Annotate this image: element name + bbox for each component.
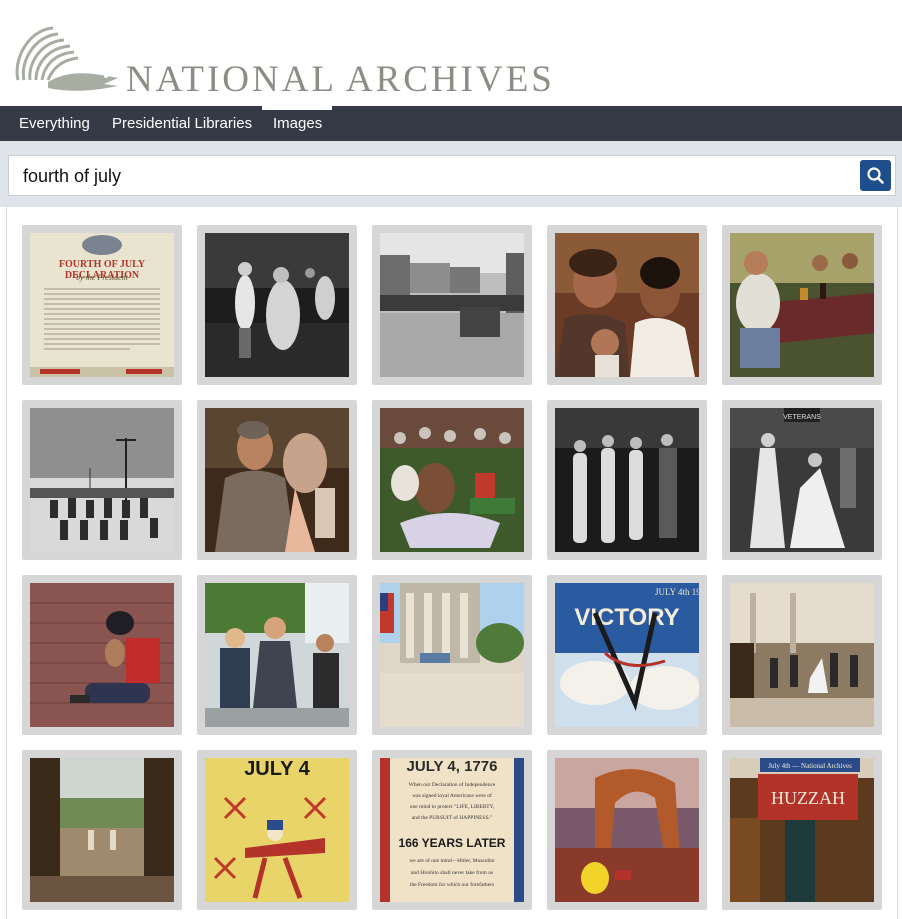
huzzah-banner-photo: July 4th — National Archives HUZZAH bbox=[730, 758, 874, 902]
delicate-arch-photo bbox=[555, 758, 699, 902]
poster-image: FOURTH OF JULY DECLARATION by the Presid… bbox=[30, 233, 174, 377]
dancers-photo bbox=[205, 233, 349, 377]
active-tab-indicator bbox=[262, 106, 332, 110]
result-thumbnail[interactable]: JULY 4th 1943 VICTORY bbox=[547, 575, 707, 735]
banner-text: HUZZAH bbox=[771, 788, 845, 808]
poster-title: VICTORY bbox=[574, 604, 679, 631]
pageant-veterans-photo: VETERANS bbox=[730, 408, 874, 552]
poster-text-line: the Freedom for which our forefathers bbox=[409, 882, 495, 888]
result-thumbnail[interactable] bbox=[547, 400, 707, 560]
result-thumbnail[interactable] bbox=[372, 400, 532, 560]
result-thumbnail[interactable] bbox=[22, 750, 182, 910]
july4-poster: JULY 4 bbox=[205, 758, 349, 902]
poster-text-line: we are of one mind—Hitler, Mussolini bbox=[409, 858, 495, 864]
result-thumbnail[interactable] bbox=[547, 750, 707, 910]
tab-everything[interactable]: Everything bbox=[19, 106, 90, 141]
result-thumbnail[interactable]: JULY 4 bbox=[197, 750, 357, 910]
poster-text-line: was signed loyal Americans were of bbox=[412, 793, 492, 799]
result-thumbnail[interactable]: JULY 4, 1776 When our Declaration of Ind… bbox=[372, 750, 532, 910]
poster-title: JULY 4, 1776 bbox=[406, 758, 498, 775]
poster-text-line: and the PURSUIT of HAPPINESS." bbox=[411, 815, 493, 821]
women-outdoors-photo bbox=[205, 583, 349, 727]
boy-on-bricks-photo bbox=[30, 583, 174, 727]
result-thumbnail[interactable] bbox=[372, 225, 532, 385]
result-thumbnail[interactable]: July 4th — National Archives HUZZAH bbox=[722, 750, 882, 910]
pageant-group-photo bbox=[555, 408, 699, 552]
search-input[interactable] bbox=[23, 160, 823, 192]
search-button[interactable] bbox=[860, 160, 891, 191]
result-thumbnail[interactable] bbox=[197, 225, 357, 385]
poster-headline: 166 YEARS LATER bbox=[398, 836, 506, 850]
result-thumbnail[interactable] bbox=[372, 575, 532, 735]
reception-hall-photo bbox=[730, 583, 874, 727]
columns-garden-photo bbox=[30, 758, 174, 902]
banner-top-text: July 4th — National Archives bbox=[768, 762, 852, 770]
result-thumbnail[interactable]: FOURTH OF JULY DECLARATION by the Presid… bbox=[22, 225, 182, 385]
brand-wordmark: NATIONAL ARCHIVES bbox=[126, 59, 555, 100]
national-archives-logo[interactable] bbox=[8, 20, 128, 95]
search-icon bbox=[867, 167, 884, 184]
result-thumbnail[interactable] bbox=[547, 225, 707, 385]
result-thumbnail[interactable] bbox=[197, 400, 357, 560]
father-daughter-photo bbox=[205, 408, 349, 552]
nav-bar: Everything Presidential Libraries Images bbox=[0, 106, 902, 141]
result-thumbnail[interactable] bbox=[22, 400, 182, 560]
result-thumbnail[interactable] bbox=[22, 575, 182, 735]
poster-text-line: and Hirohito shall never take from us bbox=[410, 870, 494, 876]
street-parade-photo bbox=[380, 233, 524, 377]
family-photo bbox=[555, 233, 699, 377]
poster-text-line: one mind to protect "LIFE, LIBERTY, bbox=[409, 804, 495, 810]
marching-band-photo bbox=[30, 408, 174, 552]
tab-images[interactable]: Images bbox=[273, 106, 322, 141]
result-thumbnail[interactable] bbox=[197, 575, 357, 735]
archives-building-photo bbox=[380, 583, 524, 727]
result-thumbnail[interactable] bbox=[722, 225, 882, 385]
crowd-lawn-photo bbox=[380, 408, 524, 552]
years-later-poster: JULY 4, 1776 When our Declaration of Ind… bbox=[380, 758, 524, 902]
poster-text-line: When our Declaration of Independence bbox=[408, 782, 496, 788]
victory-poster: JULY 4th 1943 VICTORY bbox=[555, 583, 699, 727]
result-thumbnail[interactable]: VETERANS bbox=[722, 400, 882, 560]
result-thumbnail[interactable] bbox=[722, 575, 882, 735]
tab-presidential-libraries[interactable]: Presidential Libraries bbox=[112, 106, 252, 141]
veterans-sign: VETERANS bbox=[783, 414, 821, 421]
poster-date: JULY 4th 1943 bbox=[655, 587, 699, 597]
site-header: NATIONAL ARCHIVES bbox=[0, 0, 902, 106]
picnic-table-photo bbox=[730, 233, 874, 377]
